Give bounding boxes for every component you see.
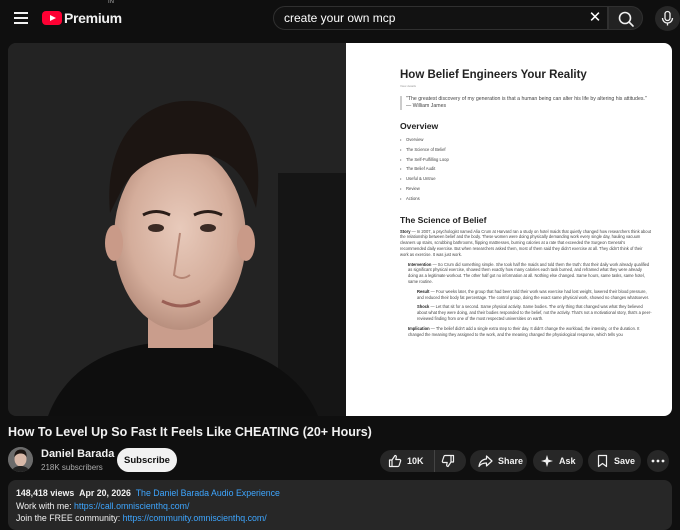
result-paragraph: Result — Four weeks later, the group tha… (400, 289, 652, 301)
view-count: 148,418 views (16, 488, 75, 498)
overview-item: Actions (400, 194, 652, 204)
upload-date: Apr 20, 2026 (79, 488, 131, 498)
ask-button[interactable]: Ask (533, 450, 583, 472)
video-title: How To Level Up So Fast It Feels Like CH… (8, 425, 372, 439)
search-input[interactable] (273, 6, 608, 30)
work-label: Work with me: (16, 500, 72, 511)
region-badge: IN (108, 0, 114, 5)
share-button[interactable]: Share (470, 450, 527, 472)
shock-text: — Let that sit for a second. Same physic… (417, 304, 652, 321)
video-player[interactable]: How Belief Engineers Your Reality View d… (8, 43, 672, 416)
thumbs-up-icon (388, 454, 402, 468)
intervention-paragraph: Intervention — So Crum did something sim… (400, 262, 652, 285)
more-horizontal-icon (651, 459, 665, 463)
ask-label: Ask (559, 456, 576, 466)
implication-label: Implication (408, 325, 430, 331)
save-button[interactable]: Save (588, 450, 641, 472)
overview-heading: Overview (400, 121, 439, 131)
subscribe-button[interactable]: Subscribe (117, 448, 177, 472)
work-link[interactable]: https://call.omniscienthq.com/ (74, 501, 189, 511)
overview-item: Overview (400, 135, 652, 145)
search-bar: ✕ (273, 6, 643, 30)
avatar-image (8, 447, 33, 472)
document-title: How Belief Engineers Your Reality (400, 69, 587, 81)
description-stats-line: 148,418 views Apr 20, 2026 The Daniel Ba… (16, 487, 664, 500)
dislike-button[interactable] (434, 450, 466, 472)
result-text: — Four weeks later, the group that had b… (417, 288, 650, 300)
clear-search-icon[interactable]: ✕ (587, 10, 603, 26)
intervention-text: — So Crum did something simple. She took… (408, 261, 650, 284)
overview-item: Useful & Untrue (400, 174, 652, 184)
overview-item: The Belief Audit (400, 164, 652, 174)
search-icon (618, 11, 634, 27)
like-count: 10K (407, 456, 424, 466)
sparkle-icon (541, 455, 553, 467)
like-button[interactable]: 10K (380, 450, 434, 472)
voice-search-button[interactable] (655, 6, 680, 31)
subscriber-count: 218K subscribers (41, 463, 103, 472)
more-actions-button[interactable] (647, 450, 669, 472)
implication-paragraph: Implication — The belief didn't add a si… (400, 326, 652, 338)
story-paragraph: Story — In 2007, a psychologist named Al… (400, 229, 652, 258)
story-label: Story (400, 228, 411, 234)
work-with-me-line: Work with me: https://call.omniscienthq.… (16, 500, 664, 513)
youtube-play-icon (42, 11, 62, 25)
logo-text: Premium (64, 10, 122, 26)
document-screen-share: How Belief Engineers Your Reality View d… (346, 43, 672, 416)
share-icon (478, 455, 493, 468)
document-quote: "The greatest discovery of my generation… (400, 96, 652, 110)
overview-item: Review (400, 184, 652, 194)
shock-label: Shock (417, 304, 430, 310)
bookmark-icon (597, 454, 608, 468)
overview-list: Overview The Science of Belief The Self-… (400, 135, 652, 204)
overview-item: The Self-Fulfilling Loop (400, 155, 652, 165)
overview-item: The Science of Belief (400, 145, 652, 155)
story-text: — In 2007, a psychologist named Alia Cru… (400, 228, 651, 257)
intervention-label: Intervention (408, 261, 432, 267)
audio-experience-link[interactable]: The Daniel Barada Audio Experience (136, 488, 280, 498)
search-button[interactable] (608, 6, 643, 30)
presenter-figure (8, 43, 346, 416)
community-link[interactable]: https://community.omniscienthq.com/ (123, 513, 267, 523)
community-label: Join the FREE community: (16, 513, 121, 523)
result-label: Result (417, 288, 430, 294)
document-meta: View details (400, 84, 416, 88)
shock-paragraph: Shock — Let that sit for a second. Same … (400, 304, 652, 321)
webcam-video-feed (8, 43, 346, 416)
menu-icon[interactable] (14, 12, 28, 24)
microphone-icon (661, 10, 674, 26)
implication-text: — The belief didn't add a single extra s… (408, 325, 640, 337)
youtube-premium-logo[interactable]: Premium (42, 10, 122, 26)
science-heading: The Science of Belief (400, 214, 487, 225)
channel-avatar[interactable] (8, 447, 33, 472)
top-bar: Premium IN ✕ (0, 0, 680, 38)
thumbs-down-icon (441, 454, 455, 468)
save-label: Save (614, 456, 636, 466)
share-label: Share (498, 456, 524, 466)
channel-name[interactable]: Daniel Barada (41, 448, 114, 460)
